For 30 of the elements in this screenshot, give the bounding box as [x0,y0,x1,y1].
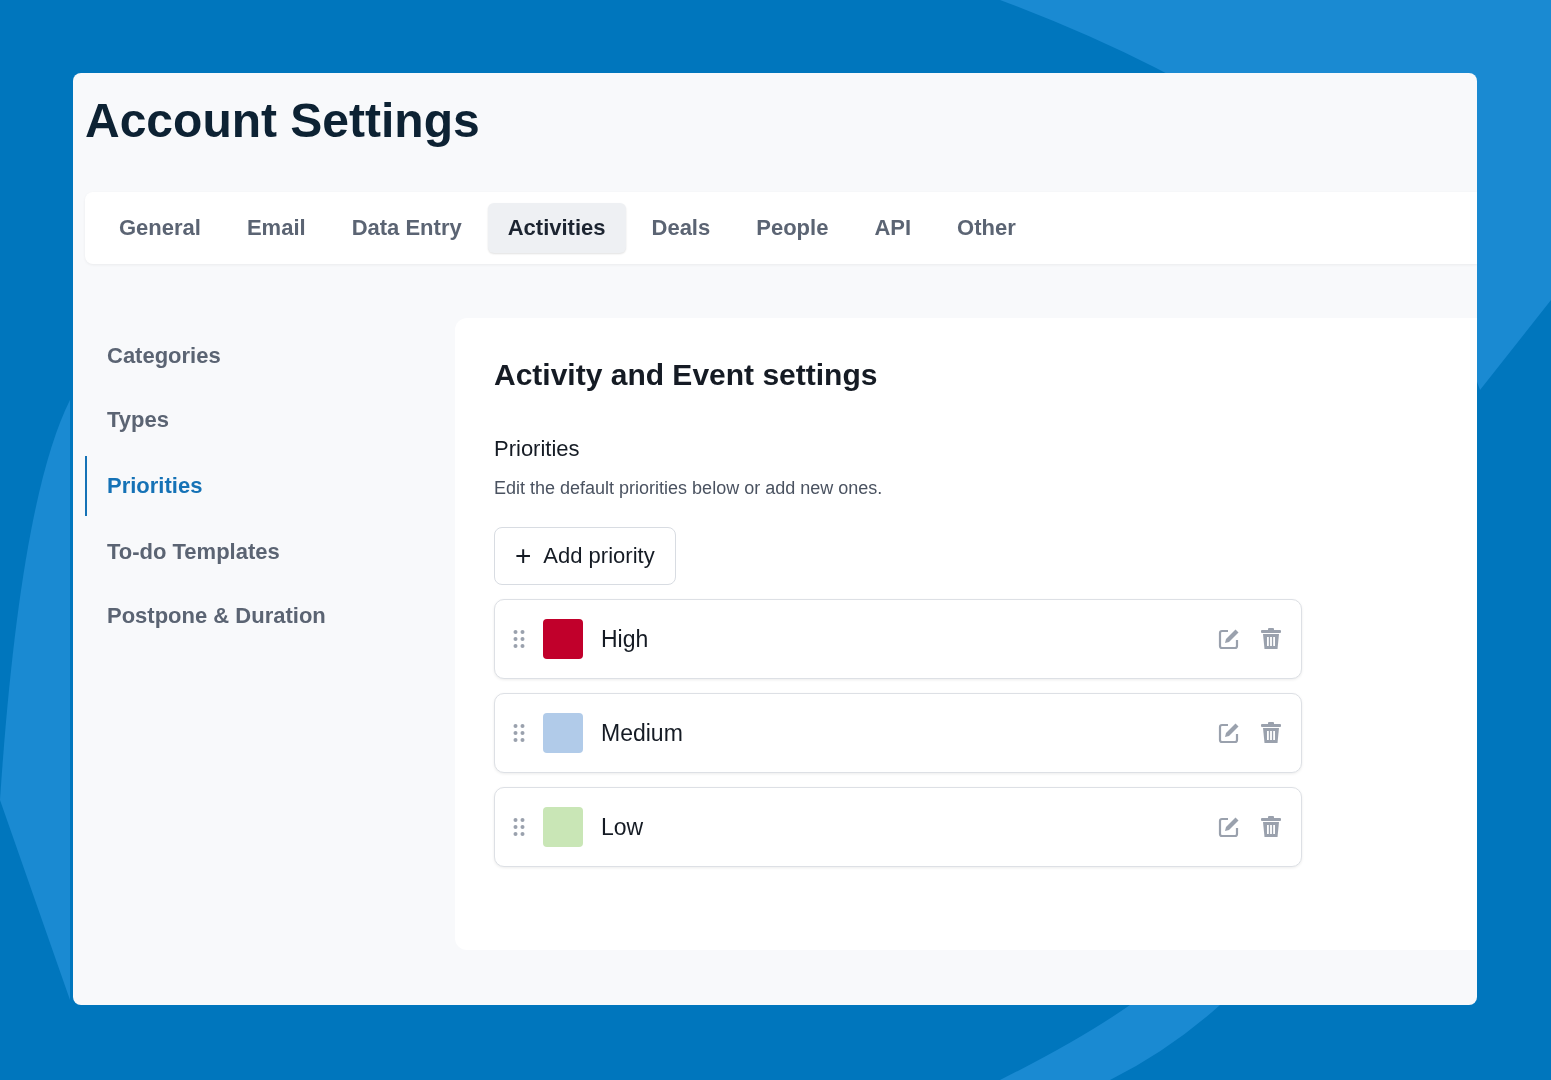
drag-handle-icon[interactable] [513,629,525,649]
sidebar-item[interactable]: Types [85,392,189,448]
sidebar-item[interactable]: Priorities [85,456,223,516]
sidebar-item[interactable]: Categories [85,328,241,384]
section-description: Edit the default priorities below or add new ones. [494,478,884,499]
priority-name: High [601,625,650,653]
trash-icon[interactable] [1259,815,1283,839]
tab[interactable]: Data Entry [331,203,482,253]
drag-handle-icon[interactable] [513,723,525,743]
tab[interactable]: Email [226,203,326,253]
add-priority-button[interactable]: + Add priority [494,527,676,585]
tab[interactable]: Activities [487,203,626,253]
tab[interactable]: Deals [631,203,731,253]
sidebar-item[interactable]: To-do Templates [85,524,300,580]
sidebar-item[interactable]: Postpone & Duration [85,588,346,644]
panel-heading: Activity and Event settings [494,358,879,392]
drag-handle-icon[interactable] [513,817,525,837]
edit-icon[interactable] [1217,815,1241,839]
tab[interactable]: People [736,203,849,253]
priority-name: Medium [601,719,684,747]
tab[interactable]: Other [937,203,1036,253]
edit-icon[interactable] [1217,627,1241,651]
edit-icon[interactable] [1217,721,1241,745]
trash-icon[interactable] [1259,721,1283,745]
page-title: Account Settings [85,93,481,149]
tab[interactable]: API [854,203,932,253]
section-title: Priorities [494,436,581,462]
trash-icon[interactable] [1259,627,1283,651]
priority-name: Low [601,813,645,841]
tab[interactable]: General [99,203,221,253]
